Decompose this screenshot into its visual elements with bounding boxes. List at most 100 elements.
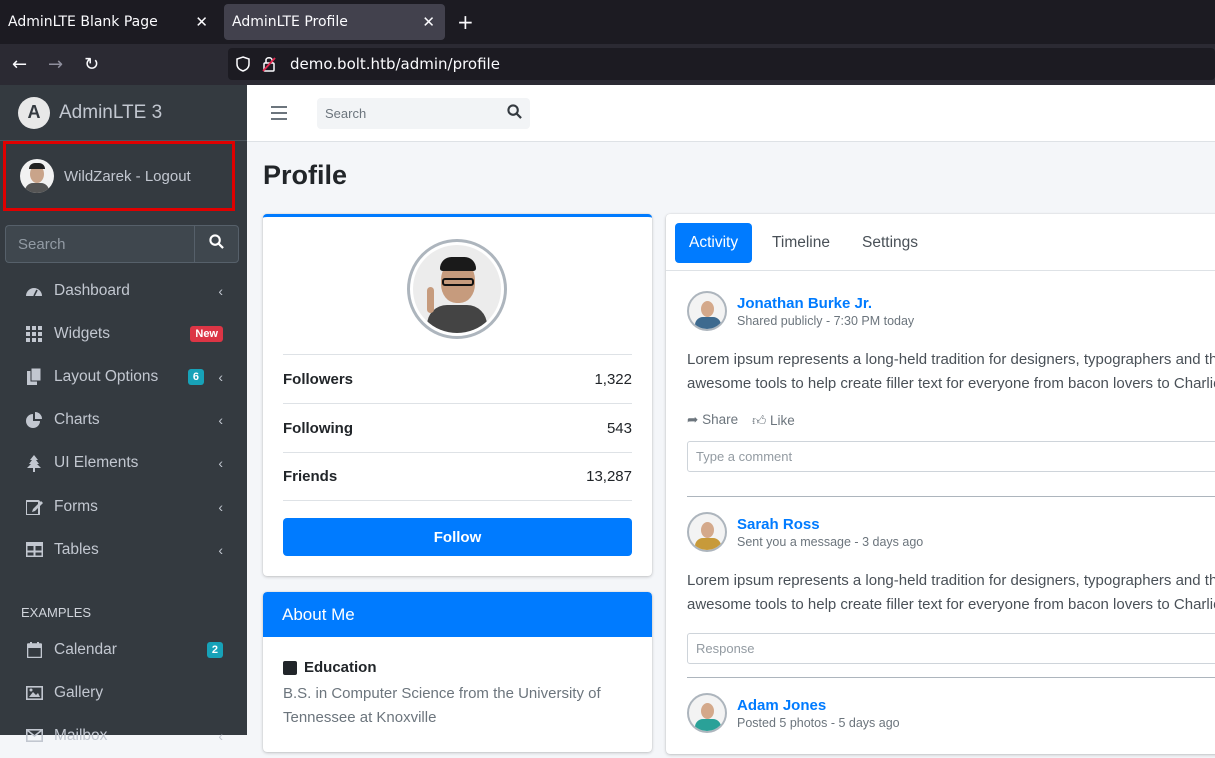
post-meta: Shared publicly - 7:30 PM today <box>737 313 915 328</box>
back-icon[interactable]: ← <box>12 54 27 75</box>
post-text-line: awesome tools to help create filler text… <box>687 375 1215 392</box>
widgets-icon <box>24 325 44 343</box>
browser-tab-bar: AdminLTE Blank Page ✕ AdminLTE Profile ✕… <box>0 0 1215 44</box>
close-icon[interactable]: ✕ <box>422 13 435 31</box>
sidebar-item-forms[interactable]: Forms ‹ <box>0 485 247 528</box>
main-header <box>247 85 1215 142</box>
page-title: Profile <box>263 160 348 190</box>
chevron-left-icon: ‹ <box>218 412 223 429</box>
navbar-search-input[interactable] <box>317 98 497 129</box>
about-title: About Me <box>263 592 652 637</box>
browser-tab-title: AdminLTE Blank Page <box>8 14 158 30</box>
tab-settings[interactable]: Settings <box>848 223 932 263</box>
post-user: Adam Jones Posted 5 photos - 5 days ago <box>687 693 1215 733</box>
sidebar-item-layout-options[interactable]: Layout Options 6 ‹ <box>0 355 247 398</box>
avatar <box>687 512 727 552</box>
brand-link[interactable]: A AdminLTE 3 <box>0 85 247 141</box>
post-divider <box>687 677 1215 678</box>
chevron-left-icon: ‹ <box>218 498 223 515</box>
count-badge: 6 <box>187 368 204 385</box>
activity-tabs: Activity Timeline Settings <box>666 214 1215 271</box>
chevron-left-icon: ‹ <box>218 368 223 385</box>
calendar-icon <box>24 641 44 659</box>
sidebar-item-label: Gallery <box>54 683 104 701</box>
new-tab-icon[interactable]: + <box>457 10 474 34</box>
sidebar-item-label: Forms <box>54 497 98 515</box>
sidebar-item-charts[interactable]: Charts ‹ <box>0 399 247 442</box>
comment-input[interactable] <box>687 441 1215 472</box>
user-panel[interactable]: WildZarek - Logout <box>3 141 235 211</box>
thumbs-up-icon: 👍︎ <box>752 413 770 428</box>
post-text-line: Lorem ipsum represents a long-held tradi… <box>687 351 1215 368</box>
response-input[interactable] <box>687 633 1215 664</box>
sidebar-item-dashboard[interactable]: Dashboard ‹ <box>0 269 247 312</box>
sidebar-search-input[interactable] <box>5 225 194 263</box>
examples-header: EXAMPLES <box>21 605 92 620</box>
post-divider <box>687 496 1215 497</box>
share-icon: ➦ <box>687 412 703 427</box>
examples-menu: Calendar 2 Gallery Mailbox ‹ <box>0 628 247 758</box>
url-text: demo.bolt.htb/admin/profile <box>290 55 500 73</box>
chevron-left-icon: ‹ <box>218 282 223 299</box>
follow-button[interactable]: Follow <box>283 518 632 556</box>
like-link[interactable]: 👍︎ Like <box>752 412 795 429</box>
post-author-link[interactable]: Sarah Ross <box>737 516 923 533</box>
envelope-icon <box>24 727 44 745</box>
chevron-left-icon: ‹ <box>218 727 223 744</box>
sidebar-item-ui-elements[interactable]: UI Elements ‹ <box>0 442 247 485</box>
sidebar-item-calendar[interactable]: Calendar 2 <box>0 628 247 671</box>
post-author-link[interactable]: Jonathan Burke Jr. <box>737 295 914 312</box>
profile-card: Followers 1,322 Following 543 Friends 13… <box>263 214 652 576</box>
forward-icon[interactable]: → <box>48 54 63 75</box>
post-author-link[interactable]: Adam Jones <box>737 697 900 714</box>
sidebar-item-gallery[interactable]: Gallery <box>0 671 247 714</box>
browser-tab-title: AdminLTE Profile <box>232 14 348 30</box>
post: Sarah Ross Sent you a message - 3 days a… <box>687 512 1215 664</box>
chevron-left-icon: ‹ <box>218 541 223 558</box>
post-actions: ➦ Share 👍︎ Like <box>687 412 1215 429</box>
search-icon[interactable] <box>507 104 522 123</box>
share-link[interactable]: ➦ Share <box>687 412 738 429</box>
stat-friends: Friends 13,287 <box>283 452 632 501</box>
education-title: Education <box>304 659 377 676</box>
stat-value[interactable]: 13,287 <box>586 468 632 485</box>
sidebar-menu: Dashboard ‹ Widgets New Layout Options 6… <box>0 269 247 571</box>
share-label: Share <box>702 412 739 427</box>
post-user: Jonathan Burke Jr. Shared publicly - 7:3… <box>687 291 1215 331</box>
profile-avatar <box>407 239 507 339</box>
stat-label: Friends <box>283 468 338 485</box>
education-text: B.S. in Computer Science from the Univer… <box>283 685 601 726</box>
sidebar-item-widgets[interactable]: Widgets New <box>0 312 247 355</box>
sidebar-item-label: Dashboard <box>54 281 130 299</box>
post: Adam Jones Posted 5 photos - 5 days ago <box>687 693 1215 733</box>
stat-value[interactable]: 543 <box>607 420 632 437</box>
browser-nav-bar: ← → ↻ demo.bolt.htb/admin/profile <box>0 44 1215 85</box>
about-card: About Me Education B.S. in Computer Scie… <box>263 592 652 752</box>
post-meta: Posted 5 photos - 5 days ago <box>737 715 900 730</box>
reload-icon[interactable]: ↻ <box>84 54 99 75</box>
browser-tab-profile[interactable]: AdminLTE Profile ✕ <box>224 4 445 40</box>
tab-timeline[interactable]: Timeline <box>758 223 844 263</box>
menu-toggle-icon[interactable] <box>271 104 287 125</box>
post-text-line: Lorem ipsum represents a long-held tradi… <box>687 572 1215 589</box>
sidebar-item-label: Charts <box>54 411 100 429</box>
sidebar-item-label: UI Elements <box>54 454 139 472</box>
sidebar-item-label: Layout Options <box>54 367 159 385</box>
post-meta: Sent you a message - 3 days ago <box>737 534 924 549</box>
search-icon[interactable] <box>194 225 239 263</box>
address-bar[interactable]: demo.bolt.htb/admin/profile <box>228 48 1215 80</box>
stat-label: Following <box>283 419 353 437</box>
stat-value[interactable]: 1,322 <box>594 371 632 388</box>
chevron-left-icon: ‹ <box>218 455 223 472</box>
sidebar-item-mailbox[interactable]: Mailbox ‹ <box>0 714 247 757</box>
sidebar: A AdminLTE 3 WildZarek - Logout Dashboar… <box>0 85 247 744</box>
user-logout-link[interactable]: WildZarek - Logout <box>64 168 191 185</box>
avatar <box>687 291 727 331</box>
post-text-line: awesome tools to help create filler text… <box>687 596 1215 613</box>
tab-activity[interactable]: Activity <box>675 223 753 263</box>
sidebar-item-label: Calendar <box>54 640 117 658</box>
browser-tab-blank[interactable]: AdminLTE Blank Page ✕ <box>0 4 218 40</box>
close-icon[interactable]: ✕ <box>195 13 208 31</box>
post: Jonathan Burke Jr. Shared publicly - 7:3… <box>687 291 1215 472</box>
sidebar-item-tables[interactable]: Tables ‹ <box>0 528 247 571</box>
